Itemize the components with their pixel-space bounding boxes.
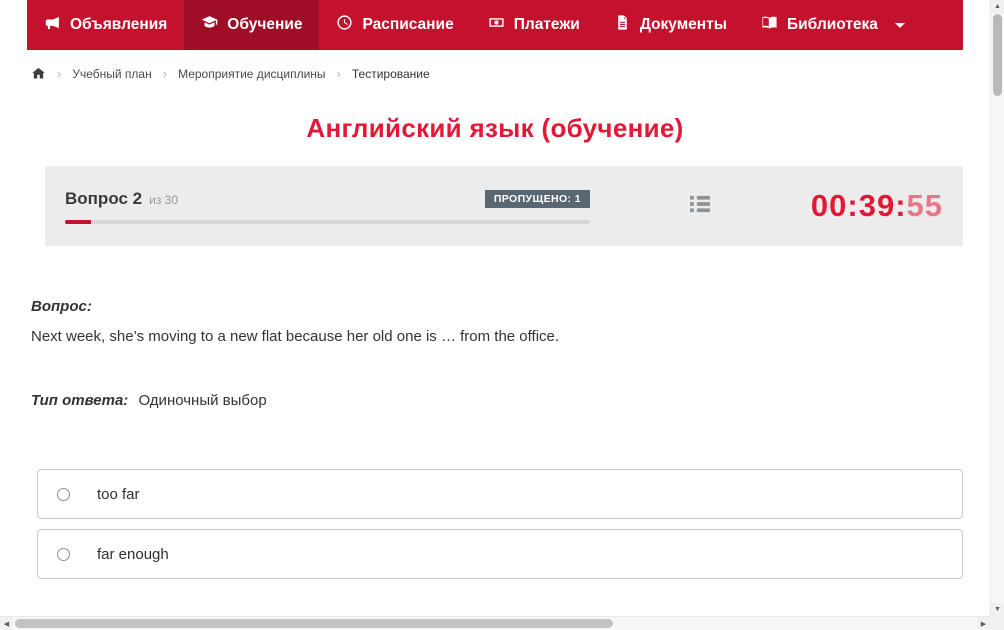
vertical-scrollbar[interactable]: ▲ ▼	[990, 0, 1004, 616]
progress-bar	[65, 219, 590, 224]
question-label: Вопрос:	[31, 298, 92, 315]
clock-icon	[336, 14, 353, 36]
question-text: Next week, she’s moving to a new flat be…	[31, 328, 560, 345]
question-list-icon	[685, 189, 715, 224]
missed-badge: ПРОПУЩЕНО: 1	[484, 189, 590, 208]
document-icon	[614, 14, 631, 36]
horizontal-scrollbar-thumb[interactable]	[15, 619, 613, 628]
breadcrumb-separator-icon: ›	[336, 66, 341, 81]
question-progress-section: Вопрос 2 из 30 ПРОПУЩЕНО: 1	[65, 189, 590, 224]
answer-type-label: Тип ответа:	[31, 392, 129, 409]
nav-item-learning[interactable]: Обучение	[184, 0, 320, 50]
horizontal-scrollbar[interactable]: ◀ ▶	[0, 616, 990, 630]
breadcrumb-item-testing: Тестирование	[351, 66, 430, 81]
answer-option-2[interactable]: far enough	[37, 529, 963, 579]
chevron-down-icon	[894, 22, 905, 28]
megaphone-icon	[44, 14, 61, 36]
timer-seconds: 55	[906, 188, 943, 223]
nav-item-label: Документы	[639, 16, 727, 33]
timer: 00:39:55	[811, 188, 943, 224]
option-label: far enough	[97, 545, 169, 563]
question-count: из 30	[149, 192, 178, 207]
page-title: Английский язык (обучение)	[306, 113, 684, 143]
banknote-icon	[488, 14, 505, 36]
progress-fill	[65, 219, 92, 224]
nav-item-label: Объявления	[70, 16, 168, 33]
scrollbar-corner	[990, 616, 1004, 630]
question-list-button[interactable]	[590, 189, 811, 224]
scroll-left-icon[interactable]: ◀	[0, 617, 13, 630]
nav-item-payments[interactable]: Платежи	[471, 0, 597, 50]
graduation-cap-icon	[201, 14, 218, 36]
scroll-up-icon[interactable]: ▲	[991, 0, 1004, 13]
breadcrumb: › Учебный план › Мероприятие дисциплины …	[31, 66, 963, 81]
home-icon[interactable]	[31, 66, 46, 81]
nav-item-schedule[interactable]: Расписание	[319, 0, 470, 50]
breadcrumb-item-curriculum[interactable]: Учебный план	[72, 67, 151, 81]
answer-option-1[interactable]: too far	[37, 469, 963, 519]
nav-item-library[interactable]: Библиотека	[744, 0, 922, 50]
answer-options: too far far enough	[37, 469, 963, 579]
nav-item-label: Расписание	[362, 16, 454, 33]
radio-option-1[interactable]	[57, 487, 70, 501]
breadcrumb-item-discipline-event[interactable]: Мероприятие дисциплины	[178, 67, 325, 81]
question-block: Вопрос: Next week, she’s moving to a new…	[31, 298, 963, 409]
scroll-right-icon[interactable]: ▶	[977, 617, 990, 630]
book-icon	[761, 14, 778, 36]
timer-main: 00:39:	[810, 188, 907, 223]
option-label: too far	[97, 485, 140, 503]
nav-item-announcements[interactable]: Объявления	[27, 0, 184, 50]
vertical-scrollbar-thumb[interactable]	[993, 14, 1002, 96]
question-status-card: Вопрос 2 из 30 ПРОПУЩЕНО: 1 00:39:55	[45, 166, 963, 246]
answer-type-row: Тип ответа: Одиночный выбор	[31, 392, 963, 409]
nav-item-documents[interactable]: Документы	[597, 0, 744, 50]
radio-option-2[interactable]	[57, 547, 70, 561]
breadcrumb-separator-icon: ›	[57, 66, 62, 81]
page-viewport: Объявления Обучение Расписание Платежи Д…	[0, 0, 990, 616]
breadcrumb-separator-icon: ›	[162, 66, 168, 81]
question-number: Вопрос 2	[65, 188, 143, 208]
nav-item-label: Платежи	[513, 16, 580, 33]
nav-item-label: Обучение	[227, 16, 303, 33]
answer-type-value: Одиночный выбор	[138, 392, 267, 409]
nav-item-label: Библиотека	[787, 16, 878, 33]
main-navbar: Объявления Обучение Расписание Платежи Д…	[27, 0, 963, 50]
scroll-down-icon[interactable]: ▼	[991, 603, 1004, 616]
